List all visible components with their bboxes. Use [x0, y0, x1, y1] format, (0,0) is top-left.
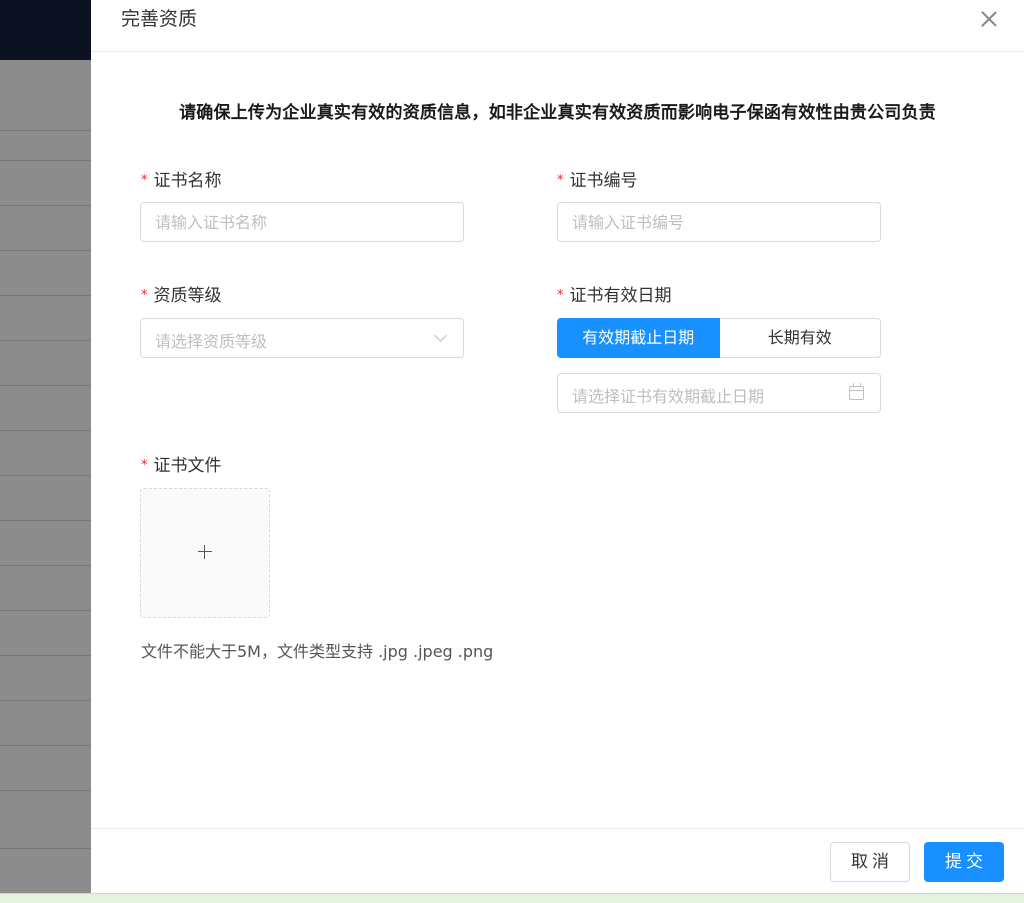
cert-file-label: * 证书文件 [141, 456, 222, 478]
drawer-title: 完善资质 [121, 8, 198, 30]
validity-label: * 证书有效日期 [557, 286, 672, 308]
required-asterisk: * [141, 288, 148, 303]
plus-icon [198, 545, 212, 559]
chevron-down-icon [434, 329, 447, 342]
cert-name-label: * 证书名称 [141, 171, 222, 193]
submit-button[interactable]: 提交 [924, 842, 1004, 882]
drawer-header: 完善资质 [91, 0, 1024, 52]
cert-file-upload[interactable] [140, 488, 270, 618]
authenticity-notice: 请确保上传为企业真实有效的资质信息，如非企业真实有效资质而影响电子保函有效性由贵… [179, 103, 936, 123]
cert-number-label: * 证书编号 [557, 171, 638, 193]
calendar-icon [849, 383, 864, 400]
required-asterisk: * [141, 458, 148, 473]
close-icon[interactable] [978, 8, 1000, 30]
drawer-footer: 取消 提交 [91, 828, 1024, 893]
cert-number-input[interactable] [557, 202, 881, 242]
cert-file-label-text: 证书文件 [153, 456, 222, 476]
validity-type-radio-group: 有效期截止日期 长期有效 [557, 318, 881, 358]
upload-hint: 文件不能大于5M，文件类型支持 .jpg .jpeg .png [141, 642, 494, 661]
cert-name-input[interactable] [140, 202, 464, 242]
expiry-date-picker[interactable]: 请选择证书有效期截止日期 [557, 373, 881, 413]
cert-name-label-text: 证书名称 [153, 171, 222, 191]
required-asterisk: * [557, 288, 564, 303]
background-bottom-strip [0, 893, 1024, 903]
qualification-level-placeholder: 请选择资质等级 [155, 332, 268, 351]
required-asterisk: * [557, 173, 564, 188]
validity-label-text: 证书有效日期 [569, 286, 672, 306]
cancel-button[interactable]: 取消 [830, 842, 910, 882]
qualification-drawer: 完善资质 请确保上传为企业真实有效的资质信息，如非企业真实有效资质而影响电子保函… [91, 0, 1024, 893]
required-asterisk: * [141, 173, 148, 188]
qualification-level-label: * 资质等级 [141, 286, 222, 308]
expiry-date-placeholder: 请选择证书有效期截止日期 [572, 387, 765, 406]
radio-expiry-date[interactable]: 有效期截止日期 [557, 318, 720, 358]
qualification-level-label-text: 资质等级 [153, 286, 222, 306]
cert-number-label-text: 证书编号 [569, 171, 638, 191]
drawer-overlay-mask[interactable] [0, 0, 91, 893]
qualification-level-select[interactable]: 请选择资质等级 [140, 318, 464, 358]
radio-long-term[interactable]: 长期有效 [719, 318, 881, 358]
